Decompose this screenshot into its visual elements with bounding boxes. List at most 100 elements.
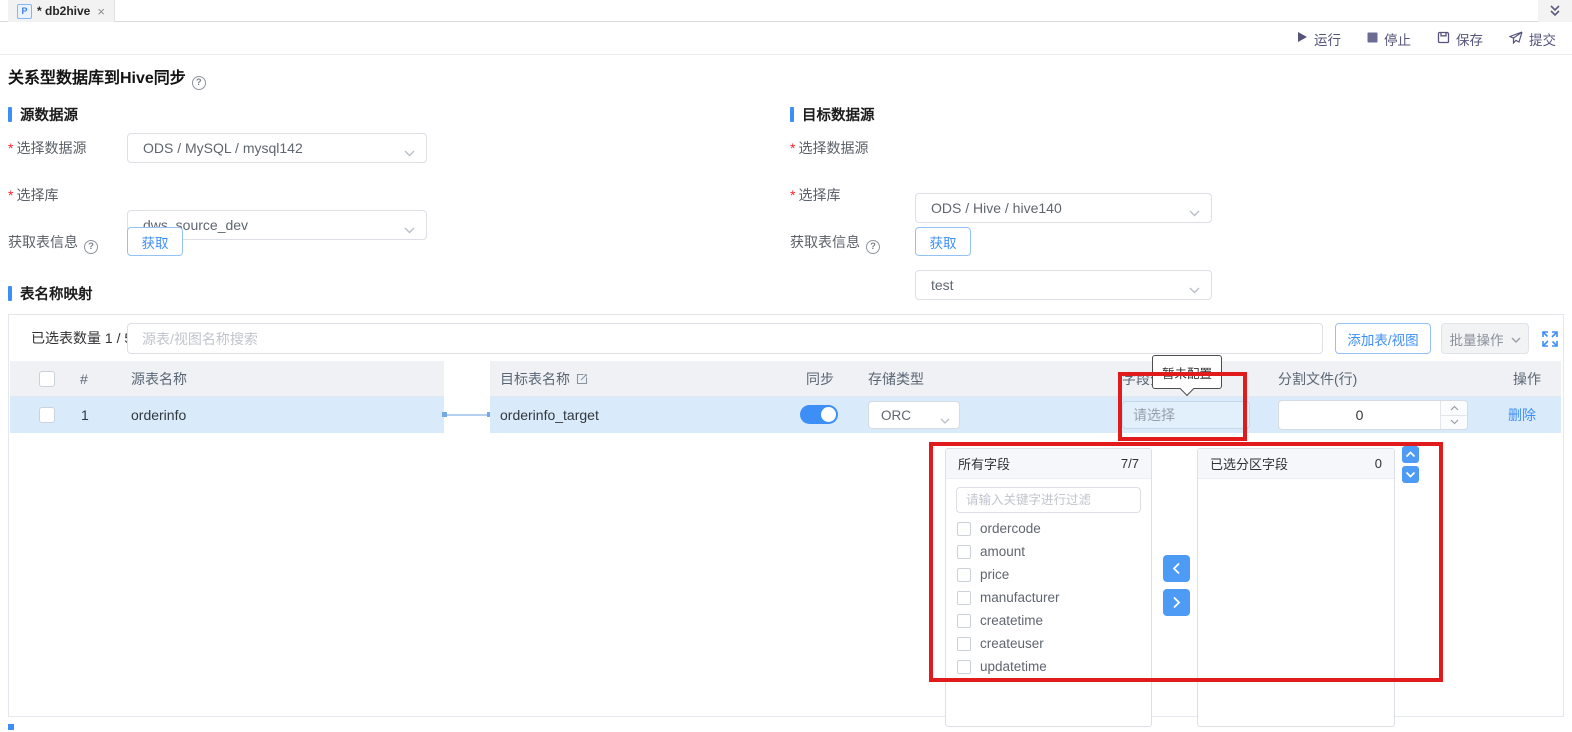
field-checkbox[interactable] (957, 637, 971, 651)
selected-count: 已选表数量 1 / 59 (31, 323, 140, 354)
col-index: # (80, 361, 88, 397)
save-button[interactable]: 保存 (1437, 29, 1483, 49)
chevron-down-icon (940, 412, 950, 427)
row-checkbox[interactable] (39, 407, 55, 423)
col-split-file: 分割文件(行) (1278, 361, 1357, 397)
section-accent-bar (8, 286, 12, 301)
source-fetch-label: 获取表信息? (8, 227, 98, 257)
delete-row-link[interactable]: 删除 (1508, 397, 1536, 433)
target-datasource-label: *选择数据源 (790, 133, 868, 163)
table-search-input[interactable] (127, 323, 1323, 354)
run-icon (1296, 31, 1308, 46)
target-fetch-label: 获取表信息? (790, 227, 880, 257)
row-target-table: orderinfo_target (500, 397, 599, 433)
split-file-value: 0 (1279, 401, 1440, 429)
section-accent-bar (790, 107, 794, 122)
tabs-collapse-icon[interactable] (1538, 0, 1572, 22)
send-icon (1509, 31, 1523, 47)
field-checkbox[interactable] (957, 545, 971, 559)
col-source-table: 源表名称 (131, 361, 187, 397)
chevron-down-icon (404, 221, 415, 237)
field-list-item[interactable]: price (946, 563, 1151, 586)
section-accent-bar (8, 107, 12, 122)
col-sync: 同步 (806, 361, 834, 397)
source-fetch-button[interactable]: 获取 (127, 227, 183, 256)
fullscreen-icon[interactable] (1540, 329, 1560, 349)
table-row-right: orderinfo_target ORC 请选择 0 删除 (490, 397, 1561, 433)
field-checkbox[interactable] (957, 568, 971, 582)
target-section-header: 目标数据源 (790, 104, 875, 125)
chevron-down-icon (404, 144, 415, 160)
all-fields-count: 7/7 (1121, 456, 1139, 471)
target-database-label: *选择库 (790, 180, 840, 210)
next-section-accent-bar (8, 724, 14, 730)
field-list-item[interactable]: manufacturer (946, 586, 1151, 609)
field-checkbox[interactable] (957, 614, 971, 628)
field-checkbox[interactable] (957, 522, 971, 536)
field-list-item[interactable]: createtime (946, 609, 1151, 632)
chevron-down-icon (1511, 331, 1521, 346)
col-storage-type: 存储类型 (868, 361, 924, 397)
move-right-button[interactable] (1163, 589, 1190, 616)
field-checkbox[interactable] (957, 591, 971, 605)
mapping-section-header: 表名称映射 (8, 283, 93, 304)
fetch-help-icon[interactable]: ? (84, 240, 98, 254)
sync-toggle[interactable] (800, 405, 838, 424)
split-file-input[interactable]: 0 (1278, 400, 1468, 430)
tab-db2hive[interactable]: P * db2hive × (8, 0, 115, 22)
move-left-button[interactable] (1163, 555, 1190, 582)
selected-partition-count: 0 (1375, 456, 1382, 471)
field-list: ordercode amount price manufacturer crea… (946, 517, 1151, 678)
row-index: 1 (81, 397, 89, 433)
selected-partition-panel: 已选分区字段 0 (1197, 448, 1395, 727)
batch-actions-button[interactable]: 批量操作 (1441, 323, 1529, 354)
field-list-item[interactable]: updatetime (946, 655, 1151, 678)
fetch-help-icon[interactable]: ? (866, 240, 880, 254)
tab-close-icon[interactable]: × (97, 5, 105, 18)
col-target-table: 目标表名称 (500, 361, 588, 398)
number-spinner (1440, 401, 1467, 429)
add-table-button[interactable]: 添加表/视图 (1335, 323, 1431, 354)
chevron-down-icon (1189, 281, 1200, 297)
field-filter-input[interactable] (956, 487, 1141, 513)
source-datasource-label: *选择数据源 (8, 133, 86, 163)
target-datasource-select[interactable]: ODS / Hive / hive140 (915, 193, 1212, 223)
source-database-label: *选择库 (8, 180, 58, 210)
field-list-item[interactable]: ordercode (946, 517, 1151, 540)
save-icon (1437, 31, 1450, 47)
tab-label: * db2hive (37, 4, 90, 18)
target-fetch-button[interactable]: 获取 (915, 227, 971, 256)
run-button[interactable]: 运行 (1296, 29, 1341, 49)
all-fields-header: 所有字段 7/7 (946, 449, 1151, 479)
table-header-left: # 源表名称 (10, 361, 444, 397)
job-file-icon: P (17, 4, 32, 19)
field-list-item[interactable]: createuser (946, 632, 1151, 655)
stop-icon (1367, 31, 1378, 46)
table-header-right: 目标表名称 同步 存储类型 字段分区 分割文件(行) 操作 (490, 361, 1561, 397)
spinner-down-icon[interactable] (1441, 415, 1467, 430)
connector-dot-left (442, 412, 447, 417)
move-down-button[interactable] (1402, 466, 1419, 483)
move-up-button[interactable] (1402, 446, 1419, 463)
mapping-connector-line (446, 414, 488, 416)
select-all-checkbox[interactable] (39, 371, 55, 387)
field-list-item[interactable]: amount (946, 540, 1151, 563)
tab-bar: P * db2hive × (0, 0, 1572, 22)
col-action: 操作 (1513, 361, 1541, 397)
stop-button[interactable]: 停止 (1367, 29, 1411, 49)
field-partition-select[interactable]: 请选择 (1122, 401, 1250, 429)
storage-type-select[interactable]: ORC (868, 401, 960, 429)
action-toolbar: 运行 停止 保存 提交 (0, 23, 1572, 55)
target-database-select[interactable]: test (915, 270, 1212, 300)
all-fields-panel: 所有字段 7/7 ordercode amount price manufact… (945, 448, 1152, 727)
field-checkbox[interactable] (957, 660, 971, 674)
page-title-row: 关系型数据库到Hive同步? (8, 64, 206, 90)
spinner-up-icon[interactable] (1441, 401, 1467, 415)
page-title: 关系型数据库到Hive同步 (8, 64, 186, 88)
chevron-down-icon (1189, 204, 1200, 220)
selected-partition-header: 已选分区字段 0 (1198, 449, 1394, 479)
source-datasource-select[interactable]: ODS / MySQL / mysql142 (127, 133, 427, 163)
title-help-icon[interactable]: ? (192, 76, 206, 90)
row-source-table: orderinfo (131, 397, 186, 433)
submit-button[interactable]: 提交 (1509, 29, 1556, 49)
